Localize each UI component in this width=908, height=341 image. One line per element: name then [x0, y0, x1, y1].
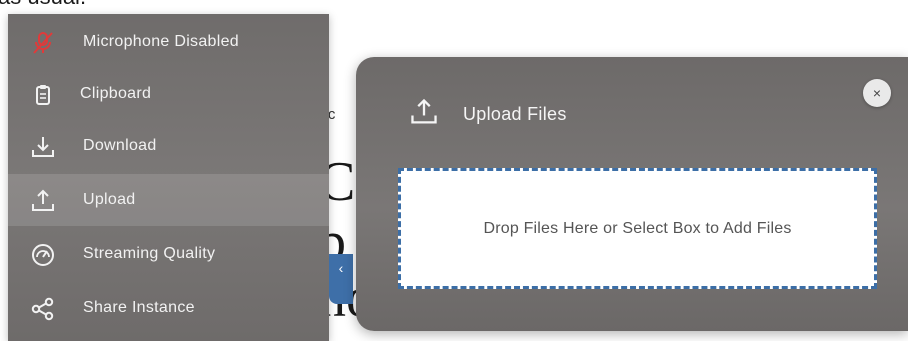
menu-item-label: Microphone Disabled: [83, 33, 240, 50]
menu-item-label: Streaming Quality: [83, 245, 216, 262]
menu-item-upload[interactable]: Upload: [8, 174, 329, 226]
menu-item-microphone[interactable]: Microphone Disabled: [8, 16, 329, 68]
dialog-title: Upload Files: [463, 104, 567, 124]
menu-item-streaming-quality[interactable]: Streaming Quality: [8, 228, 329, 280]
menu-item-label: Download: [83, 137, 157, 154]
menu-item-label: Share Instance: [83, 299, 195, 316]
download-icon: [32, 137, 54, 157]
dropzone-label: Drop Files Here or Select Box to Add Fil…: [483, 219, 792, 237]
background-text-top: as usual.: [0, 0, 86, 10]
menu-item-download[interactable]: Download: [8, 120, 329, 172]
share-icon: [31, 297, 54, 321]
upload-icon: [32, 189, 54, 211]
menu-item-share-instance[interactable]: Share Instance: [8, 282, 329, 334]
menu-item-clipboard[interactable]: Clipboard: [8, 68, 329, 120]
file-dropzone[interactable]: Drop Files Here or Select Box to Add Fil…: [398, 168, 877, 289]
upload-icon: [411, 98, 437, 124]
chevron-left-icon: ‹: [338, 260, 344, 276]
close-button[interactable]: ×: [863, 79, 891, 107]
microphone-disabled-icon: [33, 32, 53, 54]
menu-item-label: Clipboard: [80, 85, 152, 102]
close-icon: ×: [872, 85, 882, 101]
menu-item-label: Upload: [83, 191, 136, 208]
gauge-icon: [32, 244, 54, 266]
clipboard-icon: [36, 85, 50, 105]
session-menu: Microphone Disabled Clipboard Download U…: [8, 14, 329, 341]
upload-files-dialog: Upload Files × Drop Files Here or Select…: [356, 57, 908, 331]
collapse-menu-button[interactable]: ‹: [329, 254, 353, 304]
